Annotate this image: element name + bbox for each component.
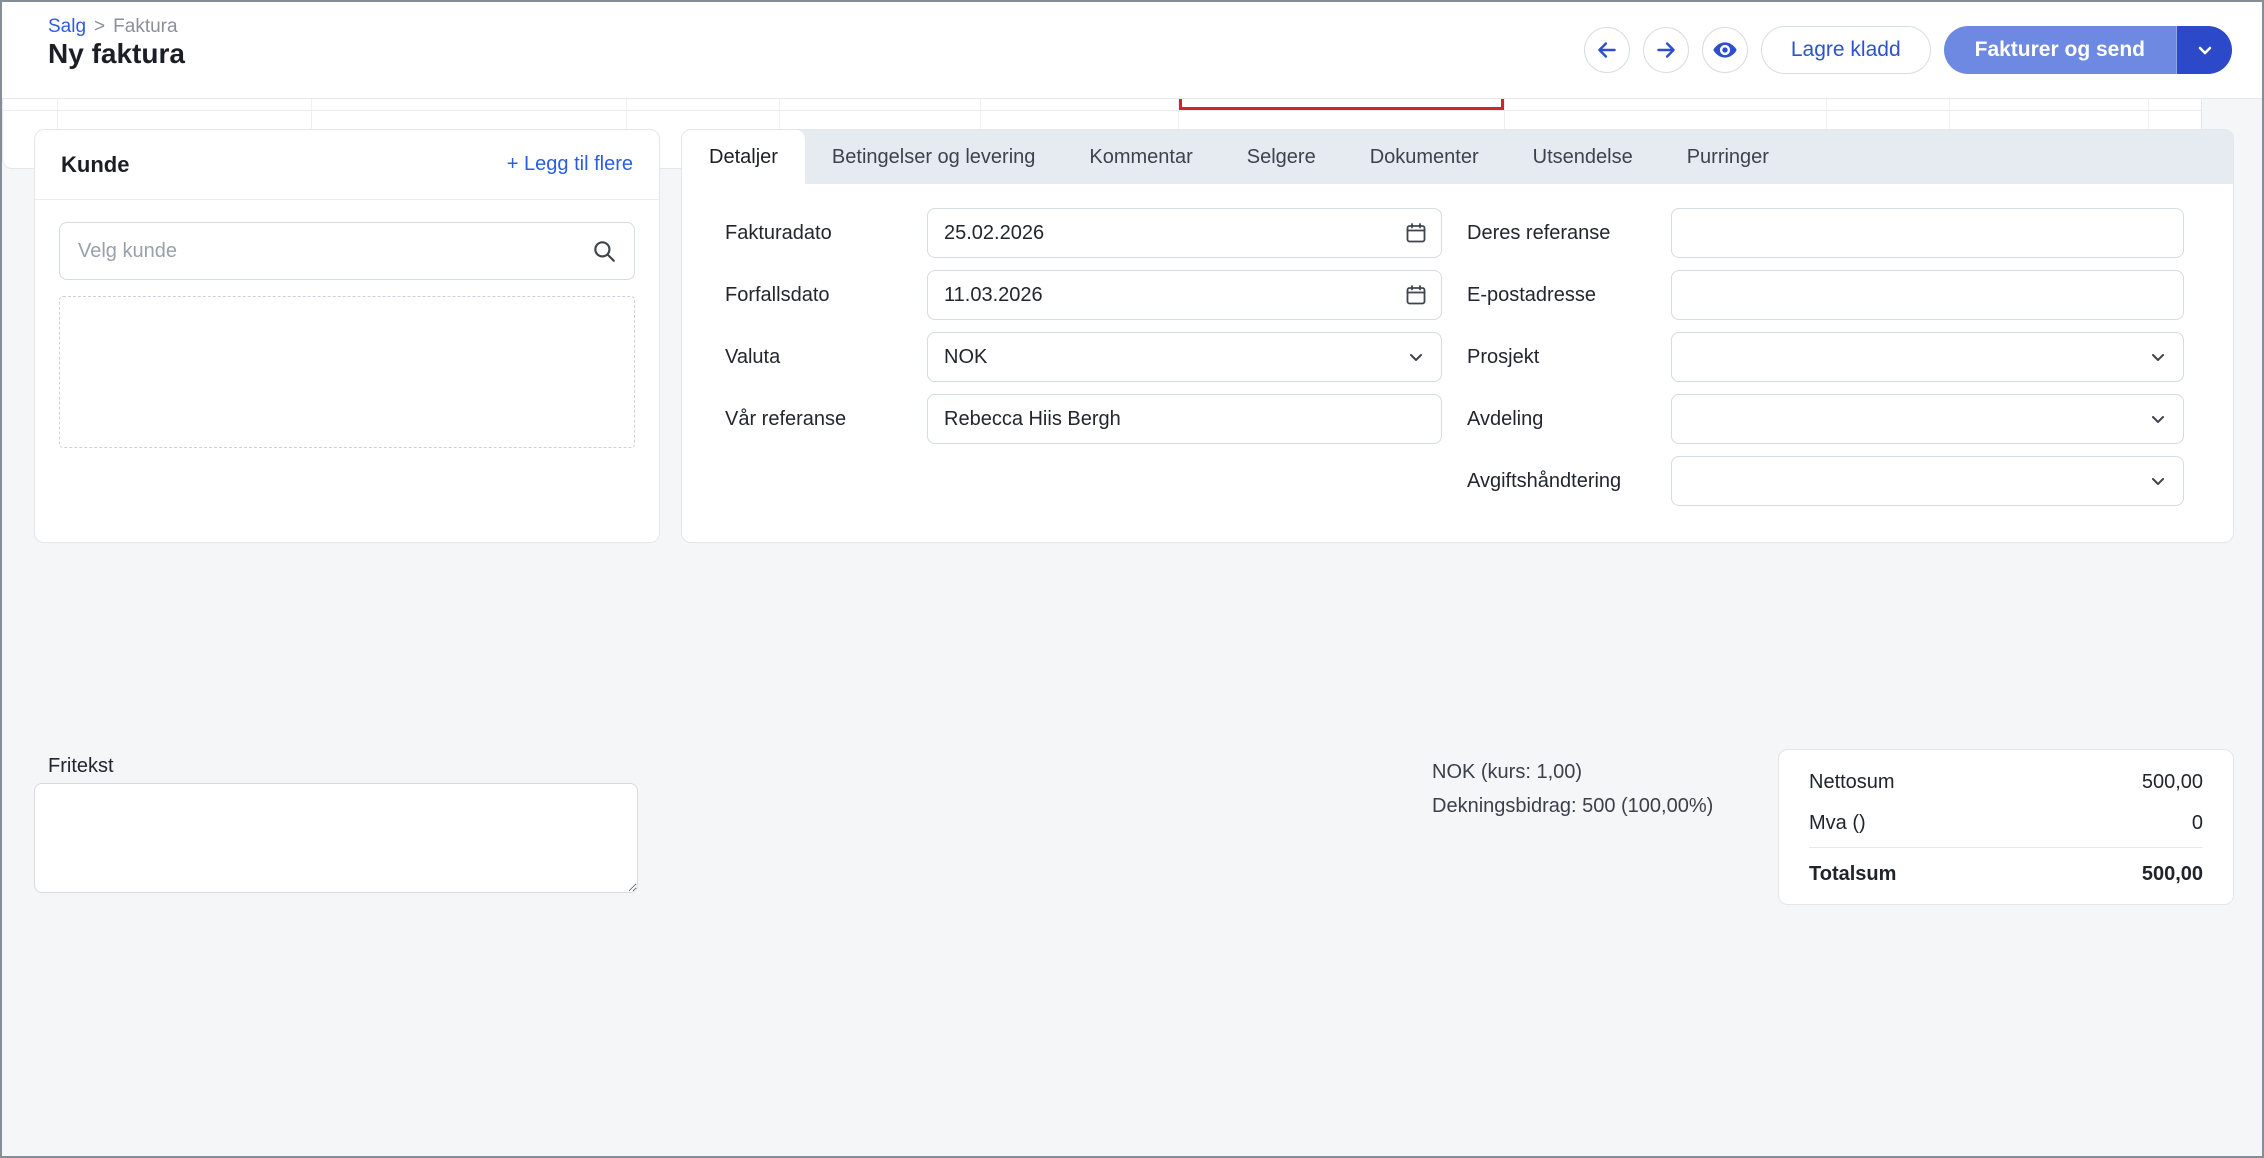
save-draft-button[interactable]: Lagre kladd (1761, 26, 1931, 74)
tab-label: Detaljer (709, 146, 778, 169)
add-more-customers-link[interactable]: + Legg til flere (507, 153, 633, 176)
header-actions: Lagre kladd Fakturer og send (1584, 26, 2232, 74)
customer-card-body (35, 200, 659, 470)
net-sum-label: Nettosum (1809, 771, 1895, 794)
tab-selgere[interactable]: Selgere (1220, 130, 1343, 184)
invoice-and-send-split-button: Fakturer og send (1944, 26, 2232, 74)
search-icon (591, 238, 617, 264)
invoice-and-send-button[interactable]: Fakturer og send (1944, 26, 2176, 74)
vat-label: Mva () (1809, 812, 1866, 835)
tab-label: Selgere (1247, 146, 1316, 169)
margin-line: Dekningsbidrag: 500 (100,00%) (1432, 789, 1713, 823)
our-reference-label: Vår referanse (725, 394, 846, 444)
arrow-left-icon (1594, 37, 1620, 63)
page-title: Ny faktura (48, 38, 185, 70)
tab-label: Utsendelse (1533, 146, 1633, 169)
chevron-down-icon (2193, 38, 2217, 62)
tab-detaljer[interactable]: Detaljer (682, 130, 805, 184)
due-date-input[interactable] (927, 270, 1442, 320)
email-field[interactable] (1671, 270, 2184, 320)
breadcrumb-faktura[interactable]: Faktura (113, 16, 177, 38)
department-select-input[interactable] (1671, 394, 2184, 444)
top-bar: Salg > Faktura Ny faktura Lag (2, 2, 2262, 99)
total-sum-label: Totalsum (1809, 863, 1896, 886)
save-draft-label: Lagre kladd (1791, 38, 1901, 62)
project-select[interactable] (1671, 332, 2184, 382)
net-sum-row: Nettosum 500,00 (1809, 762, 2203, 803)
tab-label: Kommentar (1089, 146, 1192, 169)
customer-card: Kunde + Legg til flere (34, 129, 660, 543)
back-button[interactable] (1584, 27, 1630, 73)
tab-kommentar[interactable]: Kommentar (1062, 130, 1219, 184)
tab-utsendelse[interactable]: Utsendelse (1506, 130, 1660, 184)
breadcrumb: Salg > Faktura (48, 16, 178, 38)
due-date-label: Forfallsdato (725, 270, 830, 320)
our-reference-input[interactable] (927, 394, 1442, 444)
tab-purringer[interactable]: Purringer (1660, 130, 1796, 184)
vat-handling-select[interactable] (1671, 456, 2184, 506)
currency-rate-line: NOK (kurs: 1,00) (1432, 755, 1713, 789)
invoice-date-field[interactable] (927, 208, 1442, 258)
tab-strip: Detaljer Betingelser og levering Komment… (682, 130, 2233, 184)
tab-label: Betingelser og levering (832, 146, 1035, 169)
vat-handling-label: Avgiftshåndtering (1467, 456, 1621, 506)
vat-row: Mva () 0 (1809, 803, 2203, 844)
free-text-label: Fritekst (48, 755, 114, 778)
tab-label: Purringer (1687, 146, 1769, 169)
department-label: Avdeling (1467, 394, 1543, 444)
their-reference-input[interactable] (1671, 208, 2184, 258)
their-reference-label: Deres referanse (1467, 208, 1610, 258)
totals-card: Nettosum 500,00 Mva () 0 Totalsum 500,00 (1778, 749, 2234, 905)
tab-betingelser-og-levering[interactable]: Betingelser og levering (805, 130, 1062, 184)
invoice-date-input[interactable] (927, 208, 1442, 258)
customer-search (59, 222, 635, 280)
customer-card-header: Kunde + Legg til flere (35, 130, 659, 200)
currency-select[interactable] (927, 332, 1442, 382)
due-date-field[interactable] (927, 270, 1442, 320)
vat-handling-select-input[interactable] (1671, 456, 2184, 506)
vat-value: 0 (2192, 812, 2203, 835)
invoice-date-label: Fakturadato (725, 208, 832, 258)
totals-divider (1809, 847, 2203, 848)
forward-button[interactable] (1643, 27, 1689, 73)
department-select[interactable] (1671, 394, 2184, 444)
customer-title: Kunde (61, 152, 129, 178)
breadcrumb-separator: > (94, 16, 105, 38)
currency-label: Valuta (725, 332, 780, 382)
arrow-right-icon (1653, 37, 1679, 63)
tab-dokumenter[interactable]: Dokumenter (1343, 130, 1506, 184)
invoice-info-lines: NOK (kurs: 1,00) Dekningsbidrag: 500 (10… (1432, 755, 1713, 823)
details-card: Detaljer Betingelser og levering Komment… (681, 129, 2234, 543)
customer-address-placeholder-box (59, 296, 635, 448)
customer-search-input[interactable] (59, 222, 635, 280)
total-sum-value: 500,00 (2142, 863, 2203, 886)
project-label: Prosjekt (1467, 332, 1539, 382)
total-sum-row: Totalsum 500,00 (1809, 851, 2203, 897)
invoice-and-send-label: Fakturer og send (1975, 38, 2145, 62)
eye-icon (1711, 36, 1739, 64)
their-reference-field[interactable] (1671, 208, 2184, 258)
invoice-and-send-dropdown-button[interactable] (2176, 26, 2232, 74)
invoice-page: Salg > Faktura Ny faktura Lag (0, 0, 2264, 1158)
net-sum-value: 500,00 (2142, 771, 2203, 794)
project-select-input[interactable] (1671, 332, 2184, 382)
tab-label: Dokumenter (1370, 146, 1479, 169)
email-input[interactable] (1671, 270, 2184, 320)
breadcrumb-salg[interactable]: Salg (48, 16, 86, 38)
email-label: E-postadresse (1467, 270, 1596, 320)
our-reference-field[interactable] (927, 394, 1442, 444)
currency-select-input[interactable] (927, 332, 1442, 382)
preview-button[interactable] (1702, 27, 1748, 73)
free-text-area[interactable] (34, 783, 638, 893)
